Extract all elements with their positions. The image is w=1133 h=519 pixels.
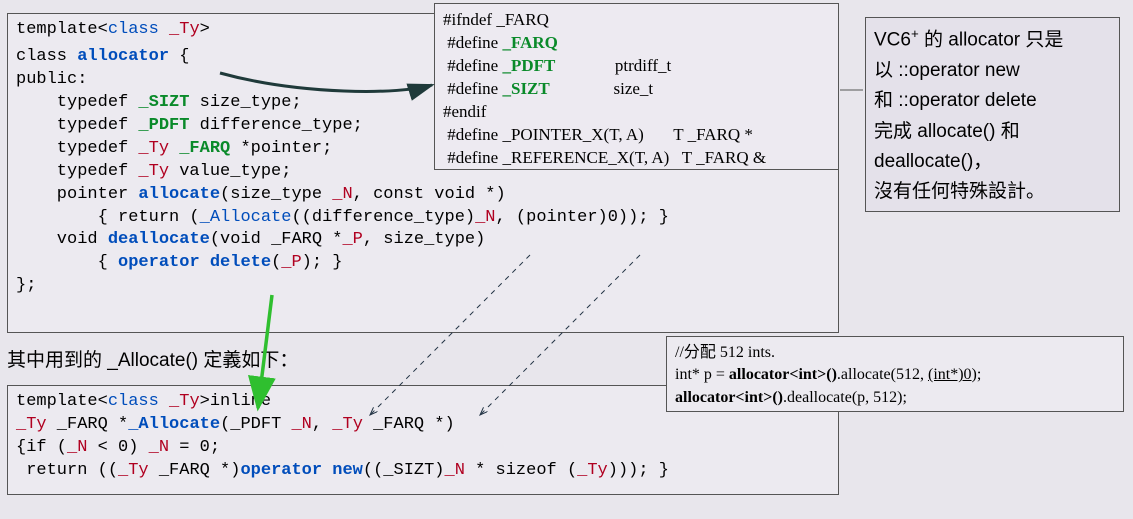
usage-box: //分配 512 ints. int* p = allocator<int>()…	[666, 336, 1124, 412]
mid-label: 其中用到的 _Allocate() 定義如下：	[7, 345, 298, 372]
vc6-note: VC6+ 的 allocator 只是 以 ::operator new 和 :…	[865, 17, 1120, 212]
defines-box: #ifndef _FARQ #define _FARQ #define _PDF…	[434, 3, 839, 170]
